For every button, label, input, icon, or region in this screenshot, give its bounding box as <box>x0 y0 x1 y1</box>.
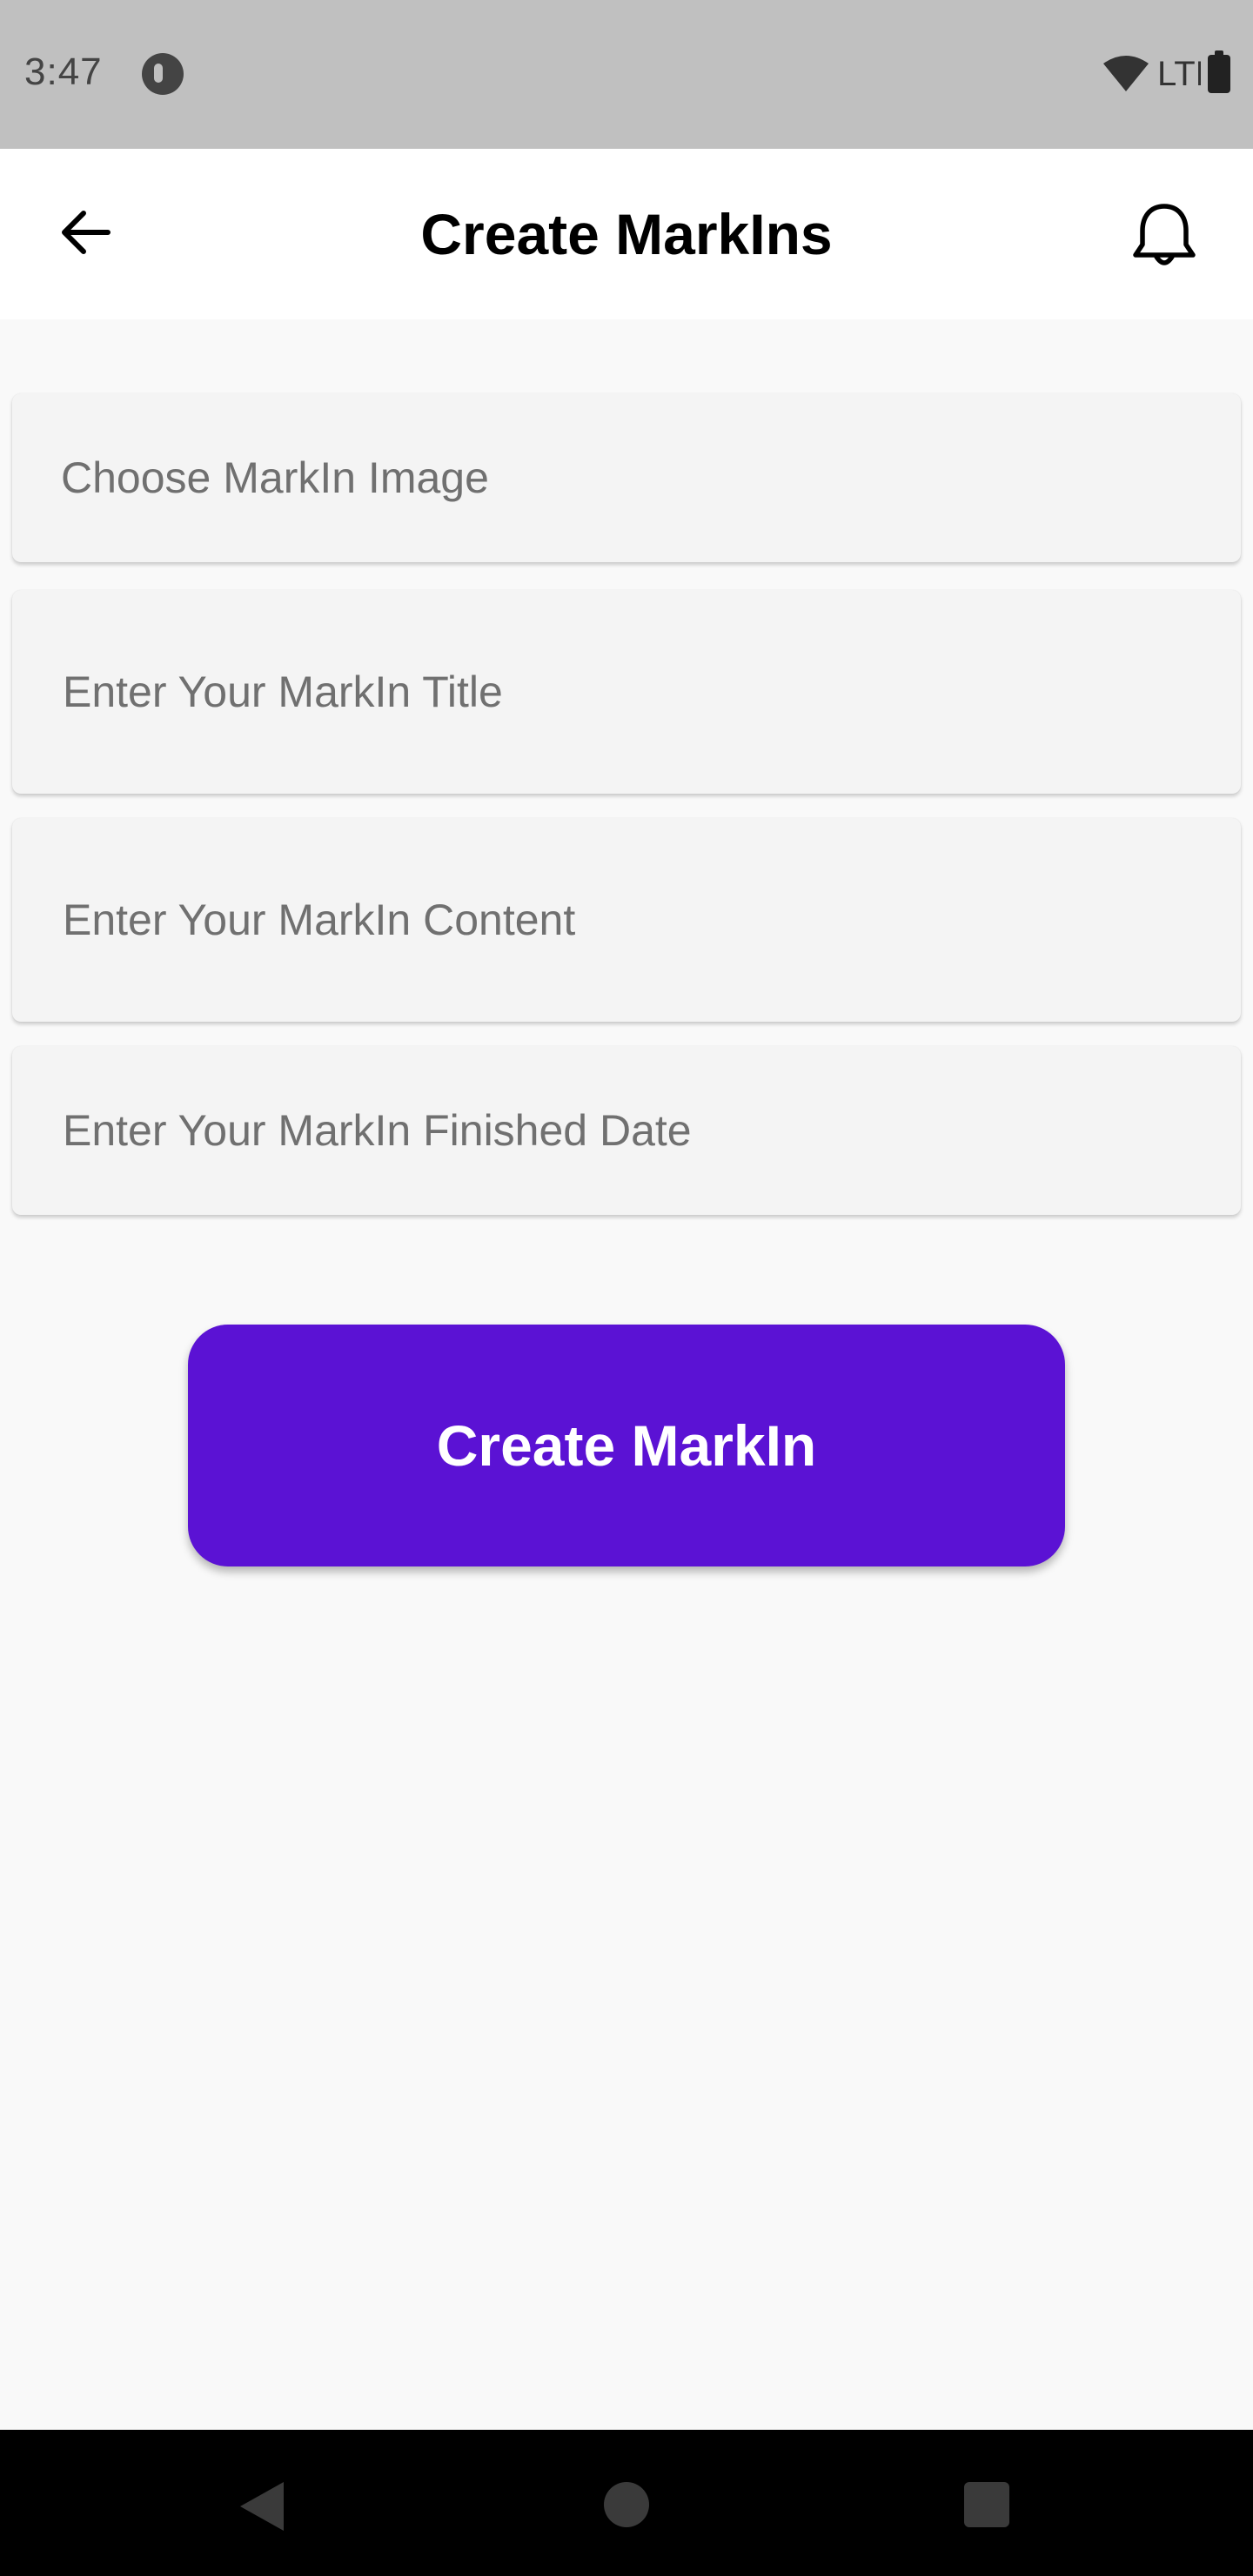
nav-recents-icon[interactable] <box>964 2482 1009 2527</box>
title-field <box>12 590 1241 794</box>
content-input[interactable] <box>61 894 1241 946</box>
battery-icon <box>1208 50 1230 93</box>
status-bar: 3:47 LTE <box>0 0 1253 149</box>
status-indicators: LTE <box>1102 50 1230 96</box>
system-navigation-bar <box>0 2430 1253 2576</box>
status-time: 3:47 <box>24 50 103 93</box>
finished-date-input[interactable] <box>61 1104 1241 1157</box>
app-notification-icon <box>142 53 184 95</box>
nav-back-icon[interactable] <box>237 2479 285 2534</box>
app-bar: Create MarkIns <box>0 149 1253 319</box>
bell-icon <box>1128 199 1201 277</box>
content-field <box>12 818 1241 1022</box>
finished-date-field <box>12 1046 1241 1215</box>
create-markin-button[interactable]: Create MarkIn <box>188 1325 1065 1566</box>
page-title: Create MarkIns <box>420 202 833 266</box>
network-type-label: LTE <box>1157 54 1201 93</box>
notifications-button[interactable] <box>1119 192 1209 283</box>
choose-image-field[interactable]: Choose MarkIn Image <box>12 393 1241 562</box>
wifi-icon <box>1102 55 1150 93</box>
choose-image-label: Choose MarkIn Image <box>61 453 489 502</box>
nav-home-icon[interactable] <box>604 2482 649 2527</box>
title-input[interactable] <box>61 666 1241 718</box>
